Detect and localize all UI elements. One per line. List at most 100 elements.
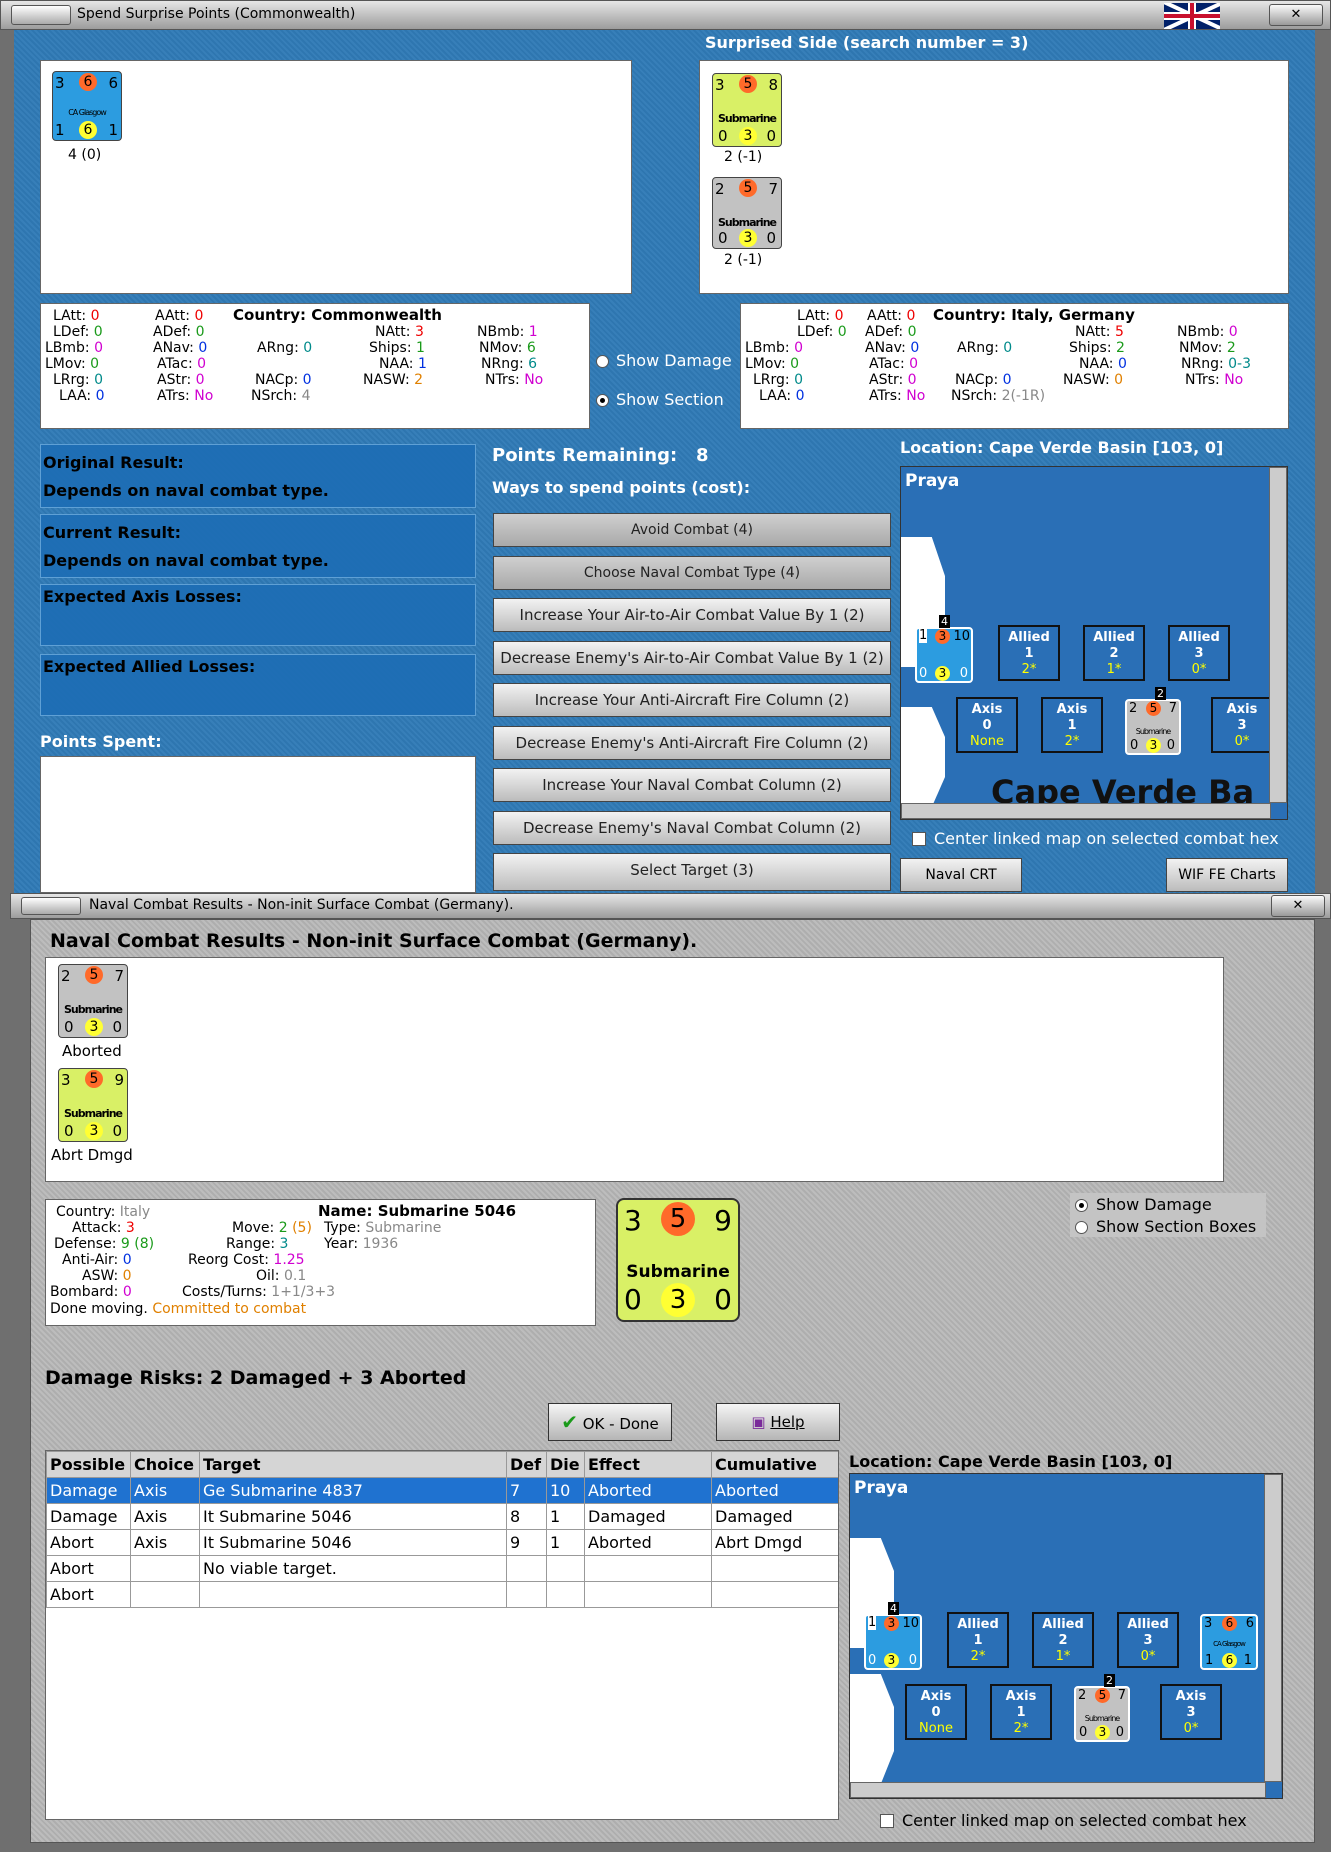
mini-name: Submarine: [1135, 727, 1171, 736]
show-section-boxes-label[interactable]: Show Section Boxes: [1096, 1217, 1256, 1236]
map-horizontal-scrollbar[interactable]: [901, 803, 1271, 819]
stat-nmov: NMov: 6: [479, 340, 536, 356]
map-horizontal-scrollbar[interactable]: [850, 1782, 1266, 1798]
ca-glasgow-counter[interactable]: 3 6 6 CA Glasgow 1 6 1: [52, 71, 122, 141]
column-header[interactable]: Die: [546, 1451, 585, 1478]
table-row[interactable]: Damage Axis It Submarine 5046 8 1 Damaged Dama…: [46, 1503, 838, 1530]
box-number: 0: [982, 718, 992, 733]
stat-lrng: LRrg: 0: [53, 372, 104, 388]
allied-stack-counter[interactable]: 4 1 3 10 0 3 0: [915, 615, 973, 683]
allied-stack-counter[interactable]: 4 1 3 10 0 3 0: [864, 1602, 922, 1670]
allied-box-3[interactable]: Allied 3 0*: [1168, 625, 1230, 681]
naval-crt-button[interactable]: Naval CRT: [900, 858, 1022, 892]
axis-stack-counter[interactable]: 2 2 5 7 Submarine 0 3 0: [1074, 1674, 1130, 1742]
ca-glasgow-mini-counter[interactable]: 3 6 6 CA Glasgow 1 6 1: [1200, 1614, 1258, 1670]
allied-box-2[interactable]: Allied 2 1*: [1032, 1612, 1094, 1668]
axis-stack-counter[interactable]: 2 2 5 7 Submarine 0 3 0: [1125, 687, 1181, 755]
window1-titlebar[interactable]: Spend Surprise Points (Commonwealth) ✕: [0, 0, 1331, 30]
box-number: 0: [931, 1705, 941, 1720]
show-damage-radio[interactable]: [1075, 1199, 1088, 1212]
allied-box-1[interactable]: Allied 1 2*: [998, 625, 1060, 681]
column-header[interactable]: Target: [199, 1451, 507, 1478]
box-value: 0*: [1234, 734, 1250, 749]
counter-b3: 0: [112, 1122, 122, 1140]
choose-naval-combat-type-button[interactable]: Choose Naval Combat Type (4): [493, 556, 891, 590]
axis-box-0[interactable]: Axis 0 None: [956, 697, 1018, 753]
info-done: Done moving. Committed to combat: [50, 1301, 307, 1317]
increase-air-to-air-button[interactable]: Increase Your Air-to-Air Combat Value By…: [493, 598, 891, 632]
stat-aatt: AAtt: 0: [155, 308, 204, 324]
map-vertical-scrollbar[interactable]: [1264, 1474, 1282, 1782]
wif-fe-charts-button[interactable]: WIF FE Charts: [1166, 858, 1288, 892]
uk-flag-icon: [1164, 3, 1220, 29]
table-row[interactable]: Damage Axis Ge Submarine 4837 7 10 Aborted Abo…: [46, 1477, 838, 1504]
show-damage-label[interactable]: Show Damage: [616, 351, 732, 370]
submarine-counter-1[interactable]: 3 5 8 Submarine 0 3 0: [712, 73, 782, 147]
center-linked-label-2[interactable]: Center linked map on selected combat hex: [902, 1811, 1247, 1830]
stat-ldef: LDef: 0: [797, 324, 847, 340]
decrease-aa-column-button[interactable]: Decrease Enemy's Anti-Aircraft Fire Colu…: [493, 726, 891, 760]
stat-arng: ARng: 0: [257, 340, 313, 356]
center-linked-label[interactable]: Center linked map on selected combat hex: [934, 829, 1279, 848]
table-row[interactable]: Abort: [46, 1581, 838, 1608]
center-linked-checkbox[interactable]: [912, 832, 926, 846]
mini-a: 2: [1129, 701, 1138, 716]
counter-attack: 3: [61, 1071, 71, 1089]
window-menu-icon[interactable]: [21, 897, 81, 915]
allied-box-1[interactable]: Allied 1 2*: [947, 1612, 1009, 1668]
original-result-value: Depends on naval combat type.: [43, 481, 329, 500]
axis-box-0[interactable]: Axis 0 None: [905, 1684, 967, 1740]
table-row[interactable]: Abort Axis It Submarine 5046 9 1 Aborted Abrt …: [46, 1529, 838, 1556]
stat-nsrch: NSrch: 4: [251, 388, 311, 404]
column-header[interactable]: Possible: [46, 1451, 131, 1478]
close-icon[interactable]: ✕: [1271, 895, 1325, 917]
submarine-counter-2[interactable]: 2 5 7 Submarine 0 3 0: [712, 177, 782, 249]
help-button[interactable]: ▣ Help: [716, 1403, 840, 1441]
axis-box-1[interactable]: Axis 1 2*: [1041, 697, 1103, 753]
box-label: Allied: [1178, 630, 1220, 645]
axis-box-3[interactable]: Axis 3 0*: [1211, 697, 1273, 753]
allied-box-3[interactable]: Allied 3 0*: [1117, 1612, 1179, 1668]
location-label: Location: Cape Verde Basin [103, 0]: [900, 438, 1224, 457]
column-header[interactable]: Choice: [130, 1451, 200, 1478]
decrease-naval-column-button[interactable]: Decrease Enemy's Naval Combat Column (2): [493, 811, 891, 845]
show-section-radio[interactable]: [596, 394, 609, 407]
show-section-label[interactable]: Show Section: [616, 390, 724, 409]
original-result-label: Original Result:: [43, 453, 184, 472]
increase-aa-column-button[interactable]: Increase Your Anti-Aircraft Fire Column …: [493, 683, 891, 717]
column-header[interactable]: Cumulative: [711, 1451, 838, 1478]
mini-r: 10: [953, 629, 970, 644]
show-section-boxes-radio[interactable]: [1075, 1221, 1088, 1234]
show-damage-label[interactable]: Show Damage: [1096, 1195, 1212, 1214]
show-damage-radio[interactable]: [596, 355, 609, 368]
axis-box-3[interactable]: Axis 3 0*: [1160, 1684, 1222, 1740]
wif-fe-charts-label: WIF FE Charts: [1178, 867, 1276, 883]
result-submarine-counter-1[interactable]: 2 5 7 Submarine 0 3 0: [58, 964, 128, 1038]
linked-map[interactable]: Praya 4 1 3 10 0 3 0 Allied 1 2* Allied 2 1*…: [900, 466, 1288, 820]
increase-naval-column-button[interactable]: Increase Your Naval Combat Column (2): [493, 768, 891, 802]
allied-box-2[interactable]: Allied 2 1*: [1083, 625, 1145, 681]
ok-done-label: OK - Done: [582, 1415, 659, 1433]
window2-titlebar[interactable]: Naval Combat Results - Non-init Surface …: [10, 893, 1331, 919]
select-target-button[interactable]: Select Target (3): [493, 853, 891, 891]
center-linked-checkbox-2[interactable]: [880, 1814, 894, 1828]
cell-cumulative: Damaged: [711, 1503, 838, 1530]
cell-die: 1: [546, 1529, 585, 1556]
decrease-air-to-air-button[interactable]: Decrease Enemy's Air-to-Air Combat Value…: [493, 641, 891, 675]
column-header[interactable]: Def: [506, 1451, 547, 1478]
table-row[interactable]: Abort No viable target.: [46, 1555, 838, 1582]
ok-done-button[interactable]: ✔ OK - Done: [548, 1403, 672, 1441]
window-menu-icon[interactable]: [11, 5, 71, 25]
linked-map-2[interactable]: Praya 4 1 3 10 0 3 0 Allied 1 2* Allied 2 1*…: [849, 1473, 1283, 1799]
avoid-combat-button[interactable]: Avoid Combat (4): [493, 513, 891, 547]
counter-right: 8: [768, 76, 778, 94]
column-header[interactable]: Effect: [584, 1451, 712, 1478]
cell-target: [199, 1581, 507, 1608]
map-vertical-scrollbar[interactable]: [1269, 467, 1287, 803]
axis-box-1[interactable]: Axis 1 2*: [990, 1684, 1052, 1740]
stat-astr: AStr: 0: [869, 372, 917, 388]
info-type: Type: Submarine: [324, 1220, 442, 1236]
result-submarine-counter-2[interactable]: 3 5 9 Submarine 0 3 0: [58, 1068, 128, 1142]
close-icon[interactable]: ✕: [1269, 4, 1323, 26]
stat-laa: LAA: 0: [59, 388, 105, 404]
